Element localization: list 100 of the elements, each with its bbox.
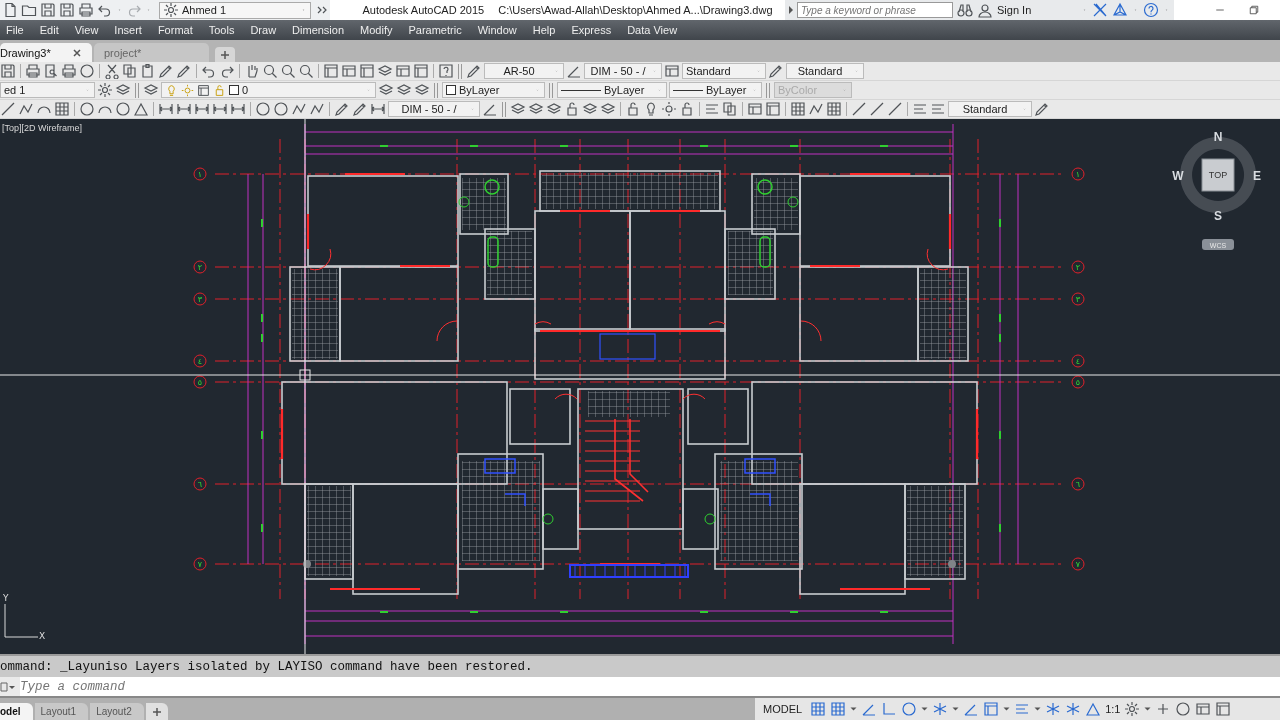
command-input[interactable]: Type a command	[20, 677, 1280, 696]
dim-text-icon[interactable]	[352, 101, 368, 117]
scissors-icon[interactable]	[104, 63, 120, 79]
zoom-previous-icon[interactable]	[298, 63, 314, 79]
file-path: C:\Users\Awad-Allah\Desktop\Ahmed A...\Drawing3.dwg	[498, 4, 773, 16]
menu-item[interactable]: Edit	[31, 24, 67, 36]
folder-icon[interactable]	[21, 2, 37, 18]
caret-icon[interactable]	[921, 707, 929, 711]
printer-icon[interactable]	[78, 2, 94, 18]
new-layout-button[interactable]	[145, 703, 168, 720]
multileader-style-icon[interactable]	[1034, 101, 1050, 117]
caret-icon[interactable]	[1144, 707, 1152, 711]
search-field[interactable]: Type a keyword or phrase	[797, 2, 953, 18]
continue-dim-icon[interactable]	[194, 101, 210, 117]
viewcube-top-face[interactable]: TOP	[1201, 158, 1235, 192]
text-style-dropdown[interactable]: AR-50	[484, 63, 564, 79]
menu-item[interactable]: Parametric	[400, 24, 470, 36]
preview-icon[interactable]	[43, 63, 59, 79]
restore-icon[interactable]	[1248, 4, 1260, 16]
command-message: ommand: _Layuniso Layers isolated by LAYISO command have been restored.	[0, 659, 533, 674]
grid-icon[interactable]	[810, 701, 827, 717]
caret-icon[interactable]	[1003, 707, 1011, 711]
ordinate-dim-icon[interactable]	[212, 101, 228, 117]
menu-item[interactable]: Modify	[352, 24, 401, 36]
color-dropdown[interactable]: ByLayer	[442, 82, 545, 98]
dimension-style-dropdown[interactable]: DIM - 50 - /	[388, 101, 480, 117]
caret-icon[interactable]	[1034, 707, 1042, 711]
gear-icon[interactable]	[1124, 701, 1141, 717]
plus-icon	[220, 49, 230, 60]
multileader-style-dropdown[interactable]: Standard	[786, 63, 864, 79]
save-as-icon[interactable]	[59, 2, 75, 18]
help-icon[interactable]	[438, 63, 454, 79]
grid-bubble: ٢	[193, 260, 207, 274]
grid-bubble: ٣	[1071, 292, 1085, 306]
linear-dim-icon[interactable]	[158, 101, 174, 117]
grid-bubble: ٧	[193, 557, 207, 571]
paste-icon[interactable]	[140, 63, 156, 79]
line-icon[interactable]	[0, 101, 16, 117]
baseline-dim-icon[interactable]	[176, 101, 192, 117]
menu-item[interactable]: Dimension	[284, 24, 353, 36]
menu-item[interactable]: Tools	[200, 24, 243, 36]
tolerance-icon[interactable]	[230, 101, 246, 117]
caret-icon[interactable]	[850, 707, 858, 711]
multileader-style-dropdown[interactable]: Standard	[948, 101, 1032, 117]
new-file-icon[interactable]	[2, 2, 18, 18]
compass-label: S	[1214, 209, 1222, 223]
workspace-dropdown[interactable]: ed 1	[0, 82, 95, 98]
zoom-window-icon[interactable]	[280, 63, 296, 79]
angle-icon[interactable]	[133, 101, 149, 117]
help-icon[interactable]	[1143, 2, 1159, 18]
grid-icon[interactable]	[54, 101, 70, 117]
grid-bubble: ٣	[193, 292, 207, 306]
file-tab[interactable]: Drawing3*	[0, 43, 92, 62]
layout-tab[interactable]: odel	[0, 703, 33, 720]
caret-icon[interactable]	[952, 707, 960, 711]
triangle-network-icon[interactable]	[1112, 2, 1128, 18]
copy-icon[interactable]	[122, 63, 138, 79]
menu-item[interactable]: Window	[469, 24, 525, 36]
layer-dropdown[interactable]: 0	[161, 82, 376, 98]
menu-item[interactable]: View	[66, 24, 107, 36]
linetype-dropdown[interactable]: ByLayer	[557, 82, 667, 98]
polyline-icon[interactable]	[18, 101, 34, 117]
annotation-scale-button[interactable]: 1:1	[1105, 703, 1121, 715]
menu-item[interactable]: Format	[149, 24, 201, 36]
menu-item[interactable]: Help	[524, 24, 564, 36]
dimension-style-dropdown[interactable]: DIM - 50 - /	[584, 63, 662, 79]
table-style-icon[interactable]	[664, 63, 680, 79]
ucs-icon	[4, 603, 39, 638]
menu-item[interactable]: Draw	[242, 24, 285, 36]
close-icon[interactable]	[72, 47, 82, 58]
dim-update-icon[interactable]	[370, 101, 386, 117]
sign-in-button[interactable]: Sign In	[977, 2, 1077, 18]
menu-item[interactable]: Data View	[619, 24, 686, 36]
play-icon[interactable]	[789, 6, 793, 14]
text-style-icon[interactable]	[466, 63, 482, 79]
file-tab[interactable]: project*	[94, 43, 209, 62]
layout-tab[interactable]: Layout1	[34, 703, 89, 720]
table-style-dropdown[interactable]: Standard	[682, 63, 766, 79]
menu-item[interactable]: File	[0, 24, 32, 36]
viewport-controls[interactable]: [Top][2D Wireframe]	[2, 123, 83, 133]
binoculars-icon[interactable]	[957, 2, 973, 18]
save-icon[interactable]	[40, 2, 56, 18]
new-tab-button[interactable]	[215, 47, 235, 62]
save-icon[interactable]	[0, 63, 16, 79]
zoom-icon[interactable]	[262, 63, 278, 79]
menu-item[interactable]: Express	[563, 24, 620, 36]
lineweight-dropdown[interactable]: ByLayer	[669, 82, 762, 98]
layout-tab[interactable]: Layout2	[90, 703, 144, 720]
gear-icon[interactable]	[97, 82, 113, 98]
workspace-dropdown[interactable]: Ahmed 1	[159, 1, 311, 19]
compass-label: N	[1213, 130, 1223, 144]
command-icon[interactable]	[0, 679, 16, 694]
model-space-button[interactable]: MODEL	[763, 703, 803, 715]
cross-logo-icon[interactable]	[1092, 2, 1108, 18]
printer-icon[interactable]	[25, 63, 41, 79]
dim-edit-icon[interactable]	[334, 101, 350, 117]
plot-icon[interactable]	[61, 63, 77, 79]
menu-item[interactable]: Insert	[106, 24, 150, 36]
diameter-icon[interactable]	[115, 101, 131, 117]
multileader-style-icon[interactable]	[768, 63, 784, 79]
